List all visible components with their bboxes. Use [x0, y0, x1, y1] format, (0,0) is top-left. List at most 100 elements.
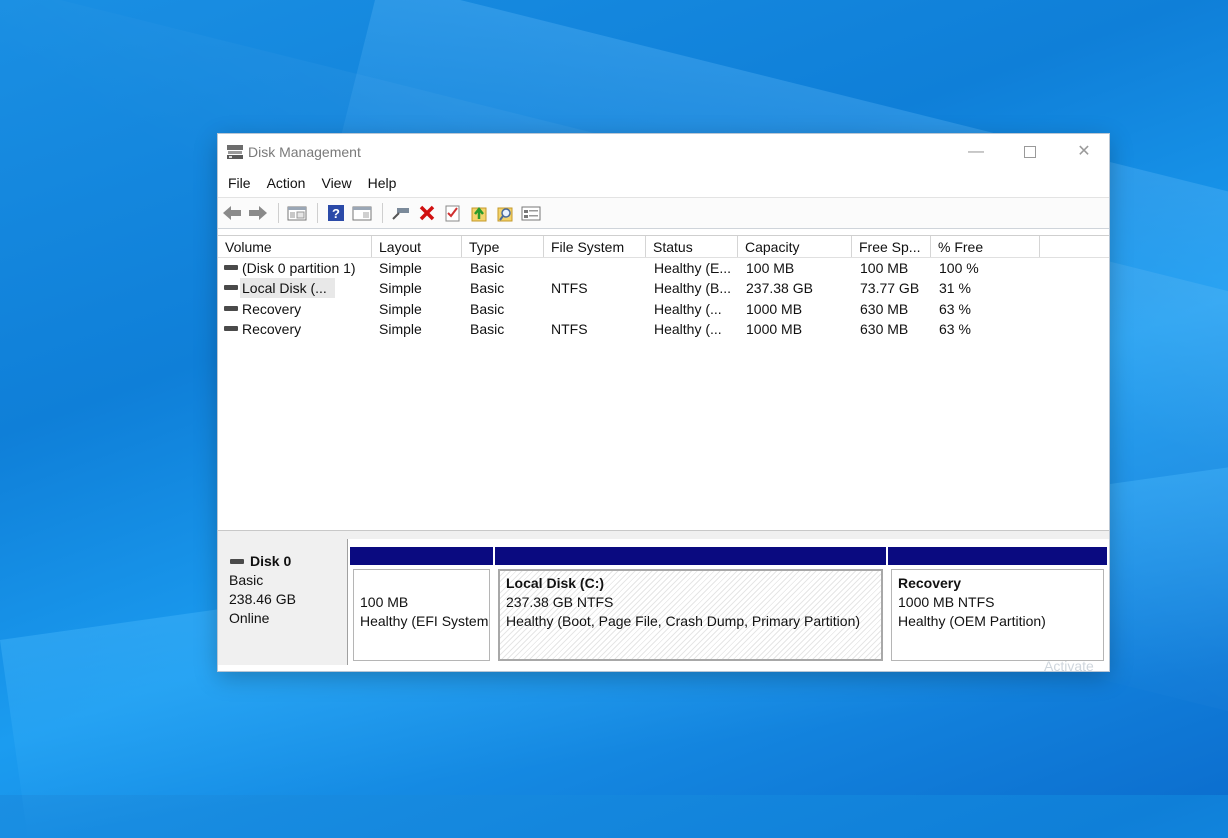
- volume-list: Volume Layout Type File System Status Ca…: [218, 235, 1109, 530]
- volume-free-space: 630 MB: [860, 300, 909, 317]
- volume-name: (Disk 0 partition 1): [242, 260, 356, 276]
- partition-name: Recovery: [898, 575, 962, 591]
- volume-free-space: 73.77 GB: [860, 280, 920, 297]
- maximize-button[interactable]: [1007, 138, 1053, 166]
- drive-icon: [230, 558, 244, 564]
- disk-state: Online: [229, 610, 270, 626]
- volume-file-system: NTFS: [551, 320, 588, 337]
- drive-icon: [224, 265, 238, 270]
- volume-status: Healthy (E...: [654, 260, 732, 276]
- partition-body: Recovery 1000 MB NTFS Healthy (OEM Parti…: [891, 569, 1104, 661]
- minimize-button[interactable]: —: [953, 138, 999, 166]
- help-icon[interactable]: ?: [324, 202, 348, 224]
- volume-list-header: Volume Layout Type File System Status Ca…: [218, 236, 1109, 258]
- disk-title: Disk 0: [230, 553, 291, 569]
- volume-status: Healthy (...: [654, 320, 722, 337]
- volume-percent-free: 31 %: [939, 280, 971, 297]
- volume-percent-free: 63 %: [939, 320, 971, 337]
- volume-type: Basic: [470, 280, 505, 297]
- volume-layout: Simple: [379, 260, 422, 276]
- partition-body: Local Disk (C:) 237.38 GB NTFS Healthy (…: [498, 569, 883, 661]
- partition-header-bar: [495, 547, 886, 565]
- connect-disk-icon[interactable]: [389, 202, 413, 224]
- menu-help[interactable]: Help: [360, 170, 405, 197]
- toolbar-separator: [278, 203, 279, 223]
- column-header-status[interactable]: Status: [646, 236, 738, 257]
- close-button[interactable]: ✕: [1061, 138, 1107, 166]
- window-title: Disk Management: [248, 144, 361, 160]
- volume-layout: Simple: [379, 320, 422, 337]
- partition-status: Healthy (EFI System: [360, 613, 489, 629]
- volume-type: Basic: [470, 300, 505, 317]
- delete-icon[interactable]: [415, 202, 439, 224]
- partition-local-disk-c[interactable]: Local Disk (C:) 237.38 GB NTFS Healthy (…: [495, 547, 886, 664]
- table-row[interactable]: Local Disk (... Simple Basic NTFS Health…: [218, 278, 1109, 299]
- volume-capacity: 237.38 GB: [746, 280, 813, 297]
- volume-name: Recovery: [242, 300, 302, 317]
- disk-management-app-icon: [227, 145, 243, 159]
- disk-layout-pane: Disk 0 Basic 238.46 GB Online 100 MB Hea…: [218, 539, 1109, 671]
- forward-arrow-icon[interactable]: [246, 202, 270, 224]
- properties-icon[interactable]: [519, 202, 543, 224]
- column-header-type[interactable]: Type: [462, 236, 544, 257]
- volume-capacity: 1000 MB: [746, 320, 803, 337]
- volume-free-space: 630 MB: [860, 320, 909, 337]
- partition-size: 100 MB: [360, 594, 409, 610]
- disk-info-panel[interactable]: Disk 0 Basic 238.46 GB Online: [218, 539, 348, 665]
- partition-size: 1000 MB NTFS: [898, 594, 995, 610]
- drive-icon: [224, 285, 238, 291]
- volume-layout: Simple: [379, 300, 422, 317]
- volume-type: Basic: [470, 320, 505, 337]
- table-row[interactable]: (Disk 0 partition 1) Simple Basic Health…: [218, 258, 1109, 278]
- partition-efi[interactable]: 100 MB Healthy (EFI System: [350, 547, 493, 664]
- import-icon[interactable]: [467, 202, 491, 224]
- find-icon[interactable]: [493, 202, 517, 224]
- show-pane-icon[interactable]: [350, 202, 374, 224]
- column-header-capacity[interactable]: Capacity: [738, 236, 852, 257]
- volume-capacity: 1000 MB: [746, 300, 803, 317]
- toolbar-separator: [317, 203, 318, 223]
- maximize-icon: [1024, 145, 1036, 158]
- volume-layout: Simple: [379, 280, 422, 297]
- table-row[interactable]: Recovery Simple Basic NTFS Healthy (... …: [218, 319, 1109, 339]
- disk-name: Disk 0: [250, 553, 292, 569]
- console-tree-icon[interactable]: [285, 202, 309, 224]
- partition-size: 237.38 GB NTFS: [506, 594, 614, 610]
- volume-status: Healthy (B...: [654, 280, 732, 297]
- column-header-layout[interactable]: Layout: [372, 236, 462, 257]
- column-header-free-space[interactable]: Free Sp...: [852, 236, 931, 257]
- menu-action[interactable]: Action: [259, 170, 314, 197]
- disk-size: 238.46 GB: [229, 591, 296, 607]
- menu-view[interactable]: View: [313, 170, 359, 197]
- back-arrow-icon[interactable]: [220, 202, 244, 224]
- drive-icon: [224, 325, 238, 331]
- column-header-file-system[interactable]: File System: [544, 236, 646, 257]
- volume-capacity: 100 MB: [746, 260, 795, 276]
- menu-bar: File Action View Help: [218, 170, 1109, 197]
- disk-kind: Basic: [229, 572, 264, 588]
- drive-icon: [224, 305, 238, 311]
- volume-percent-free: 100 %: [939, 260, 979, 276]
- volume-file-system: NTFS: [551, 280, 588, 297]
- partition-recovery[interactable]: Recovery 1000 MB NTFS Healthy (OEM Parti…: [888, 547, 1107, 664]
- activation-watermark: Activate: [1044, 658, 1094, 671]
- partition-status: Healthy (Boot, Page File, Crash Dump, Pr…: [506, 613, 861, 629]
- volume-rows: (Disk 0 partition 1) Simple Basic Health…: [218, 258, 1109, 339]
- title-bar[interactable]: Disk Management — ✕: [218, 134, 1109, 170]
- partition-name: Local Disk (C:): [506, 575, 605, 591]
- volume-type: Basic: [470, 260, 505, 276]
- table-row[interactable]: Recovery Simple Basic Healthy (... 1000 …: [218, 299, 1109, 319]
- volume-percent-free: 63 %: [939, 300, 971, 317]
- volume-free-space: 100 MB: [860, 260, 909, 276]
- volume-name: Recovery: [242, 320, 302, 337]
- toolbar: ?: [218, 197, 1109, 229]
- disk-management-window: Disk Management — ✕ File Action View Hel…: [218, 134, 1109, 671]
- menu-file[interactable]: File: [220, 170, 259, 197]
- checklist-icon[interactable]: [441, 202, 465, 224]
- partition-header-bar: [888, 547, 1107, 565]
- volume-status: Healthy (...: [654, 300, 722, 317]
- column-header-volume[interactable]: Volume: [218, 236, 372, 257]
- volume-name: Local Disk (...: [240, 278, 335, 299]
- column-header-percent-free[interactable]: % Free: [931, 236, 1040, 257]
- svg-text:?: ?: [332, 206, 340, 221]
